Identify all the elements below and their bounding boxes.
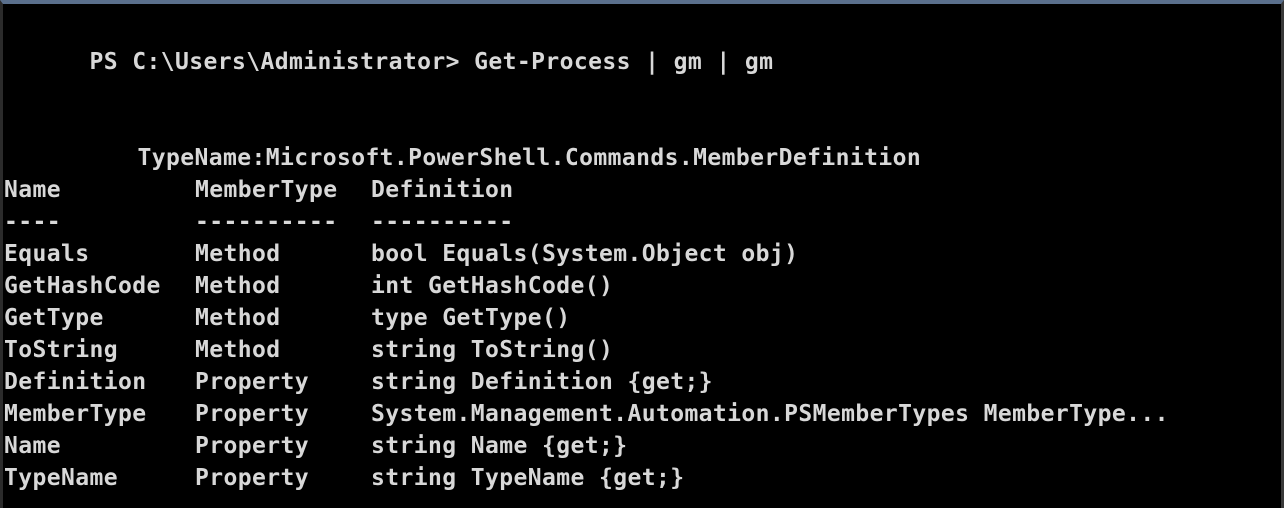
row-name-cell: Definition xyxy=(4,369,147,395)
table-row: GetHashCode Method int GetHashCode() xyxy=(4,270,1274,302)
row-definition-cell: string Definition {get;} xyxy=(371,369,713,395)
row-membertype-cell: Method xyxy=(195,305,281,331)
table-row: MemberType Property System.Management.Au… xyxy=(4,398,1274,430)
table-row: GetType Method type GetType() xyxy=(4,302,1274,334)
row-definition-cell: bool Equals(System.Object obj) xyxy=(371,241,799,267)
command-prompt-line: PS C:\Users\Administrator> Get-Process |… xyxy=(4,14,773,75)
underline-name: ---- xyxy=(4,209,61,235)
row-membertype-cell: Property xyxy=(195,401,309,427)
table-row: Equals Method bool Equals(System.Object … xyxy=(4,238,1274,270)
row-definition-cell: string TypeName {get;} xyxy=(371,465,685,491)
row-definition-cell: string Name {get;} xyxy=(371,433,628,459)
table-header-row: Name MemberType Definition xyxy=(4,174,1274,206)
row-name-cell: Equals xyxy=(4,241,90,267)
row-membertype-cell: Property xyxy=(195,433,309,459)
row-definition-cell: type GetType() xyxy=(371,305,571,331)
column-header-name: Name xyxy=(4,177,61,203)
row-definition-cell: string ToString() xyxy=(371,337,614,363)
typename-text: TypeName:Microsoft.PowerShell.Commands.M… xyxy=(137,145,922,171)
powershell-console-window[interactable]: PS C:\Users\Administrator> Get-Process |… xyxy=(0,0,1284,508)
console-output[interactable]: PS C:\Users\Administrator> Get-Process |… xyxy=(4,8,1281,508)
row-name-cell: MemberType xyxy=(4,401,147,427)
table-row: TypeName Property string TypeName {get;} xyxy=(4,462,1274,494)
table-row: Definition Property string Definition {g… xyxy=(4,366,1274,398)
row-name-cell: GetType xyxy=(4,305,104,331)
column-header-definition: Definition xyxy=(371,177,514,203)
row-definition-cell: System.Management.Automation.PSMemberTyp… xyxy=(371,401,1169,427)
row-name-cell: GetHashCode xyxy=(4,273,161,299)
typename-line: TypeName:Microsoft.PowerShell.Commands.M… xyxy=(52,110,921,171)
row-membertype-cell: Property xyxy=(195,465,309,491)
row-membertype-cell: Method xyxy=(195,337,281,363)
underline-definition: ---------- xyxy=(371,209,514,235)
table-row: ToString Method string ToString() xyxy=(4,334,1274,366)
row-name-cell: Name xyxy=(4,433,61,459)
row-definition-cell: int GetHashCode() xyxy=(371,273,614,299)
row-name-cell: TypeName xyxy=(4,465,118,491)
underline-membertype: ---------- xyxy=(195,209,338,235)
table-row: Name Property string Name {get;} xyxy=(4,430,1274,462)
column-header-membertype: MemberType xyxy=(195,177,338,203)
table-header-underline-row: ---- ---------- ---------- xyxy=(4,206,1274,238)
row-membertype-cell: Property xyxy=(195,369,309,395)
row-membertype-cell: Method xyxy=(195,241,281,267)
row-name-cell: ToString xyxy=(4,337,118,363)
prompt-command-text: PS C:\Users\Administrator> Get-Process |… xyxy=(89,49,774,75)
row-membertype-cell: Method xyxy=(195,273,281,299)
